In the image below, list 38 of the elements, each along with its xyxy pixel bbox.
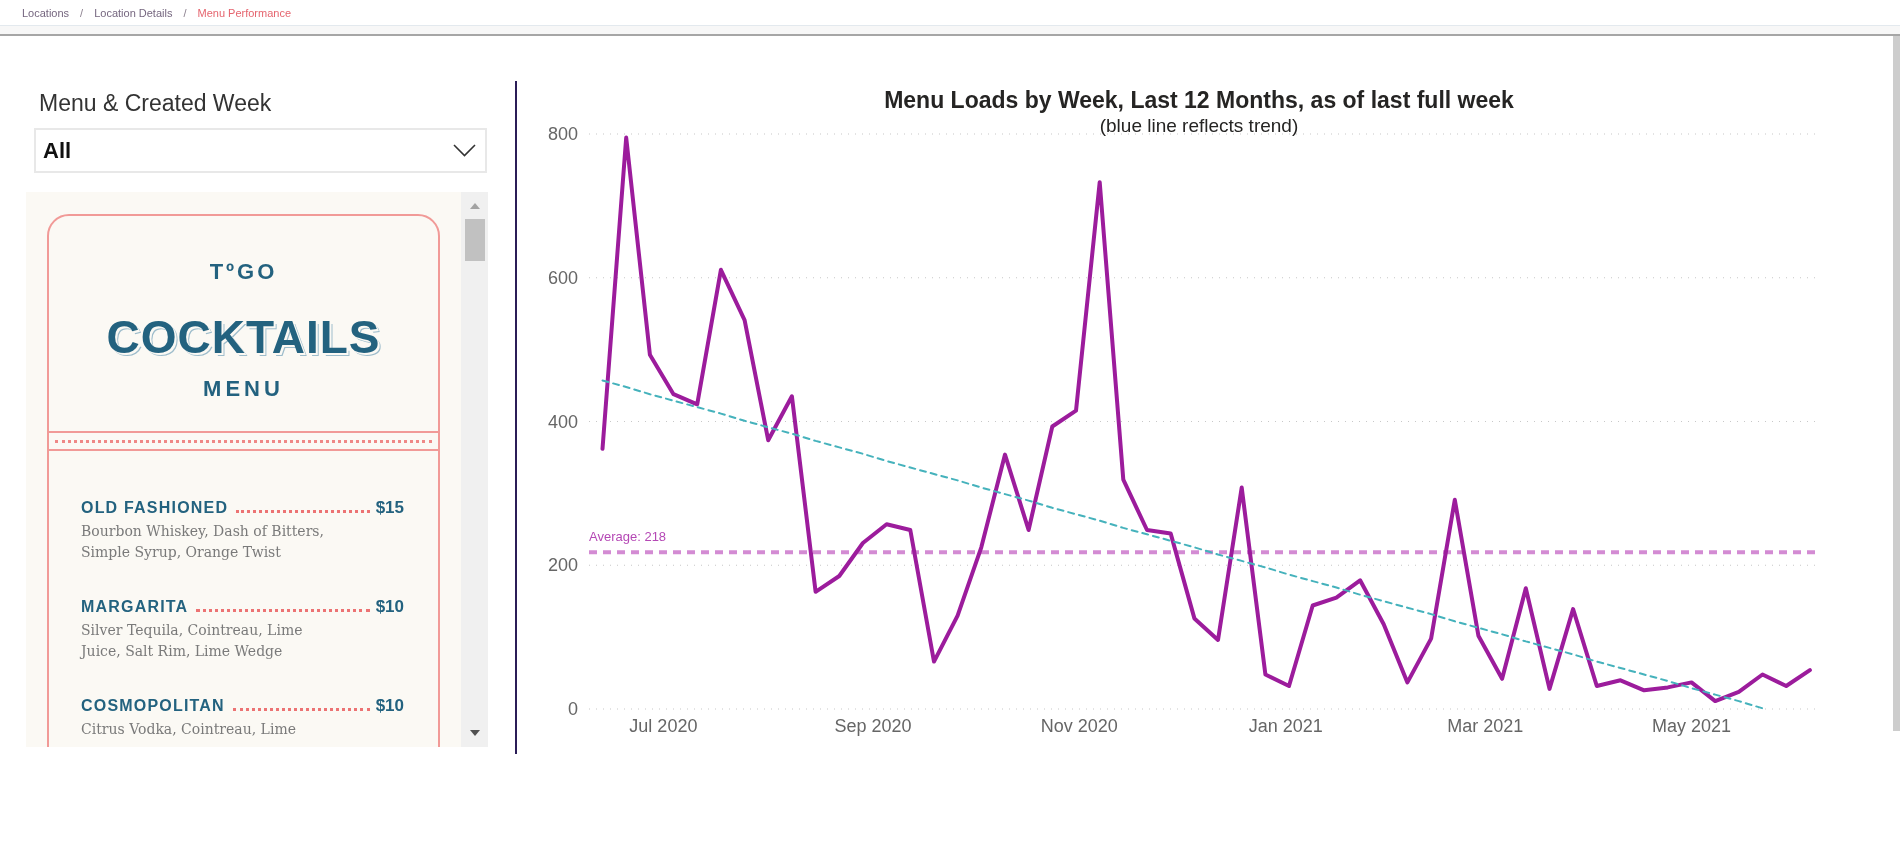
page-scrollbar-thumb[interactable] [1893,36,1900,731]
x-axis-label: Sep 2020 [834,716,912,736]
menu-kicker: TºGO [209,258,278,286]
drink-name: OLD FASHIONED [81,498,229,518]
average-label: Average: 218 [589,529,667,545]
breadcrumb-separator: / [183,6,187,19]
y-axis-label: 400 [547,411,578,432]
y-axis-label: 800 [547,124,578,144]
y-axis-label: 0 [568,699,578,719]
drink-name: MARGARITA [81,597,189,617]
breadcrumb-link[interactable]: Locations [22,6,70,19]
breadcrumb-link[interactable]: Menu Performance [197,6,292,19]
x-axis-label: May 2021 [1651,716,1731,736]
x-axis-label: Nov 2020 [1040,716,1118,736]
breadcrumb-link[interactable]: Location Details [94,6,173,19]
y-axis-label: 200 [547,555,578,576]
scrollbar-thumb[interactable] [464,219,485,261]
breadcrumb-separator: / [80,6,84,19]
scroll-down-arrow-icon[interactable] [469,730,480,736]
y-axis-label: 600 [547,267,578,288]
drink-price: $10 [375,596,404,618]
drink-description: Citrus Vodka, Cointreau, Lime [81,720,297,739]
scroll-up-arrow-icon[interactable] [469,203,480,209]
drink-description: Bourbon Whiskey, Dash of Bitters, Simple Syrup, Orange Twist [81,522,325,562]
menu-title: COCKTAILS [106,310,381,364]
drink-description: Silver Tequila, Cointreau, Lime Juice, Salt Rim, Lime Wedge [81,621,304,661]
drink-price: $15 [375,497,404,519]
x-axis-label: Jul 2020 [629,716,698,736]
chart-subtitle: (blue line reflects trend) [1099,115,1299,136]
drink-price: $10 [375,695,404,717]
menu-subtitle: MENU [203,376,284,402]
slicer-title: Menu & Created Week [39,90,272,116]
chart-title: Menu Loads by Week, Last 12 Months, as of last full week [884,87,1514,113]
dropdown[interactable]: All [34,128,487,173]
drink-name: COSMOPOLITAN [81,696,225,716]
x-axis-label: Mar 2021 [1447,716,1524,736]
chevron-down-icon [453,144,476,157]
x-axis-label: Jan 2021 [1248,716,1323,736]
